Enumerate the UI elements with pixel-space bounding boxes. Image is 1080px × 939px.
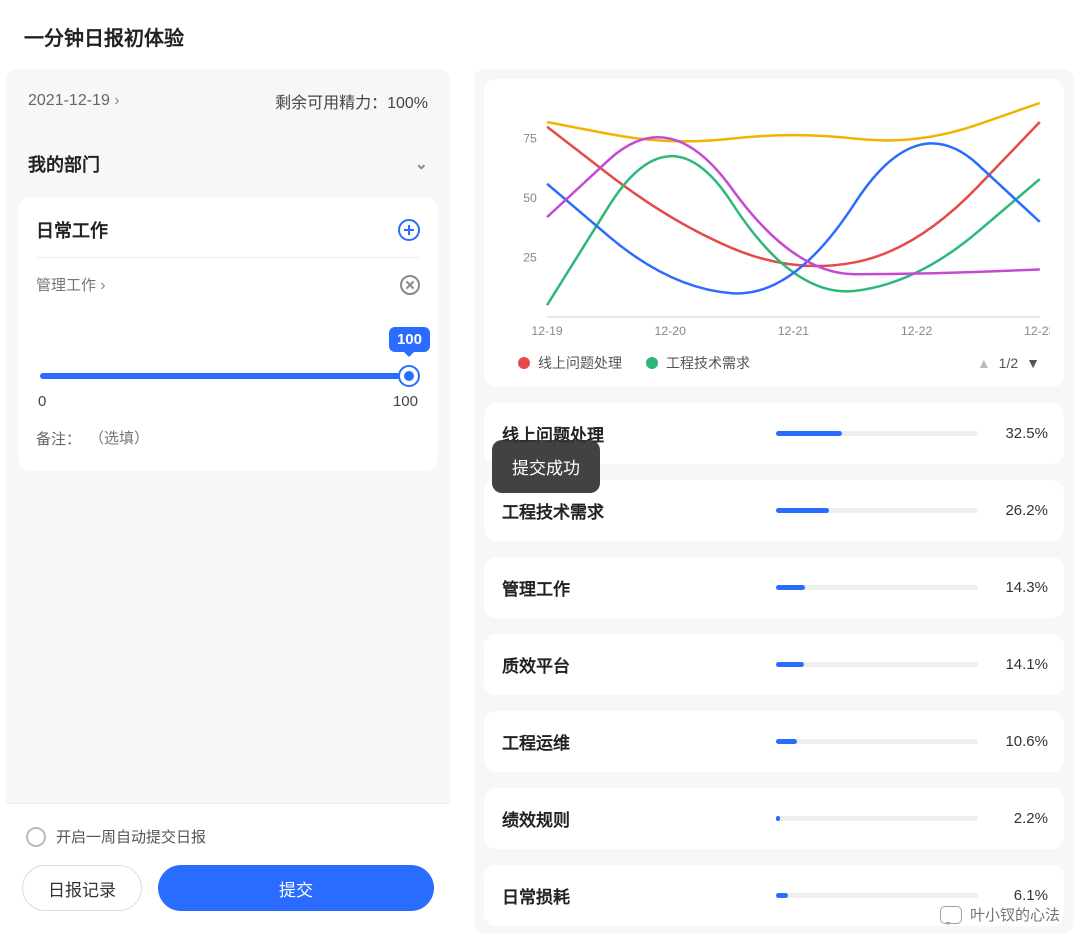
progress-item: 绩效规则 2.2% <box>484 788 1064 849</box>
progress-item: 工程运维 10.6% <box>484 711 1064 772</box>
remaining-energy: 剩余可用精力：100% <box>275 89 428 113</box>
task-card: 日常工作 管理工作 › 100 0 100 <box>18 197 438 471</box>
card-title: 日常工作 <box>36 217 108 243</box>
progress-label: 工程技术需求 <box>502 498 762 523</box>
progress-label: 绩效规则 <box>502 806 762 831</box>
date-picker[interactable]: 2021-12-19 › <box>28 92 120 110</box>
progress-percent: 10.6% <box>992 733 1048 750</box>
progress-bar <box>776 662 978 667</box>
progress-item: 质效平台 14.1% <box>484 634 1064 695</box>
watermark: 叶小钗的心法 <box>940 904 1060 925</box>
left-panel: 2021-12-19 › 剩余可用精力：100% 我的部门 ⌄ 日常工作 管理工… <box>6 69 450 933</box>
remark-input[interactable] <box>89 430 349 447</box>
task-name[interactable]: 管理工作 › <box>36 274 106 295</box>
progress-bar <box>776 739 978 744</box>
svg-text:12-22: 12-22 <box>901 324 933 338</box>
legend-dot <box>518 357 530 369</box>
progress-bar <box>776 816 978 821</box>
department-dropdown[interactable]: 我的部门 ⌄ <box>6 133 450 191</box>
svg-text:50: 50 <box>523 191 537 205</box>
progress-percent: 6.1% <box>992 887 1048 904</box>
line-chart: 25 50 75 12-19 12-20 12-21 12-22 12-23 <box>498 97 1050 347</box>
remove-task-button[interactable] <box>400 275 420 295</box>
page-title: 一分钟日报初体验 <box>0 0 1080 69</box>
toast-success: 提交成功 <box>492 440 600 493</box>
chevron-right-icon: › <box>100 277 105 294</box>
svg-text:12-23: 12-23 <box>1024 324 1050 338</box>
progress-label: 管理工作 <box>502 575 762 600</box>
pager-next[interactable]: ▼ <box>1026 355 1040 371</box>
svg-text:12-20: 12-20 <box>655 324 687 338</box>
energy-slider[interactable] <box>40 373 416 379</box>
slider-value-bubble: 100 <box>389 327 430 352</box>
pager-prev[interactable]: ▲ <box>977 355 991 371</box>
progress-percent: 2.2% <box>992 810 1048 827</box>
pager-text: 1/2 <box>999 355 1018 371</box>
legend-label: 线上问题处理 <box>538 353 622 373</box>
add-task-button[interactable] <box>398 219 420 241</box>
chevron-down-icon: ⌄ <box>415 154 428 174</box>
progress-label: 日常损耗 <box>502 883 762 908</box>
chevron-right-icon: › <box>114 92 119 109</box>
progress-bar <box>776 431 978 436</box>
log-button[interactable]: 日报记录 <box>22 865 142 911</box>
progress-percent: 14.1% <box>992 656 1048 673</box>
auto-submit-radio[interactable] <box>26 827 46 847</box>
progress-bar <box>776 508 978 513</box>
chart-card: 25 50 75 12-19 12-20 12-21 12-22 12-23 线上问题处理 工程… <box>484 79 1064 387</box>
department-label: 我的部门 <box>28 151 100 177</box>
svg-text:12-21: 12-21 <box>778 324 810 338</box>
slider-thumb[interactable] <box>400 367 418 385</box>
progress-percent: 32.5% <box>992 425 1048 442</box>
submit-button[interactable]: 提交 <box>158 865 434 911</box>
auto-submit-label: 开启一周自动提交日报 <box>56 826 206 847</box>
progress-percent: 14.3% <box>992 579 1048 596</box>
slider-min: 0 <box>38 393 46 410</box>
svg-text:75: 75 <box>523 132 537 146</box>
slider-max: 100 <box>393 393 418 410</box>
wechat-icon <box>940 906 962 924</box>
right-panel: 25507512-1912-2012-2112-2212-23 线上问题处理工程… <box>474 69 1074 933</box>
progress-bar <box>776 585 978 590</box>
legend-dot <box>646 357 658 369</box>
remark-label: 备注： <box>36 428 81 449</box>
progress-item: 管理工作 14.3% <box>484 557 1064 618</box>
legend-label: 工程技术需求 <box>666 353 750 373</box>
progress-label: 质效平台 <box>502 652 762 677</box>
progress-bar <box>776 893 978 898</box>
progress-percent: 26.2% <box>992 502 1048 519</box>
svg-text:12-19: 12-19 <box>531 324 563 338</box>
progress-label: 工程运维 <box>502 729 762 754</box>
svg-text:25: 25 <box>523 251 537 265</box>
chart-legend: 线上问题处理 工程技术需求 <box>518 353 766 373</box>
